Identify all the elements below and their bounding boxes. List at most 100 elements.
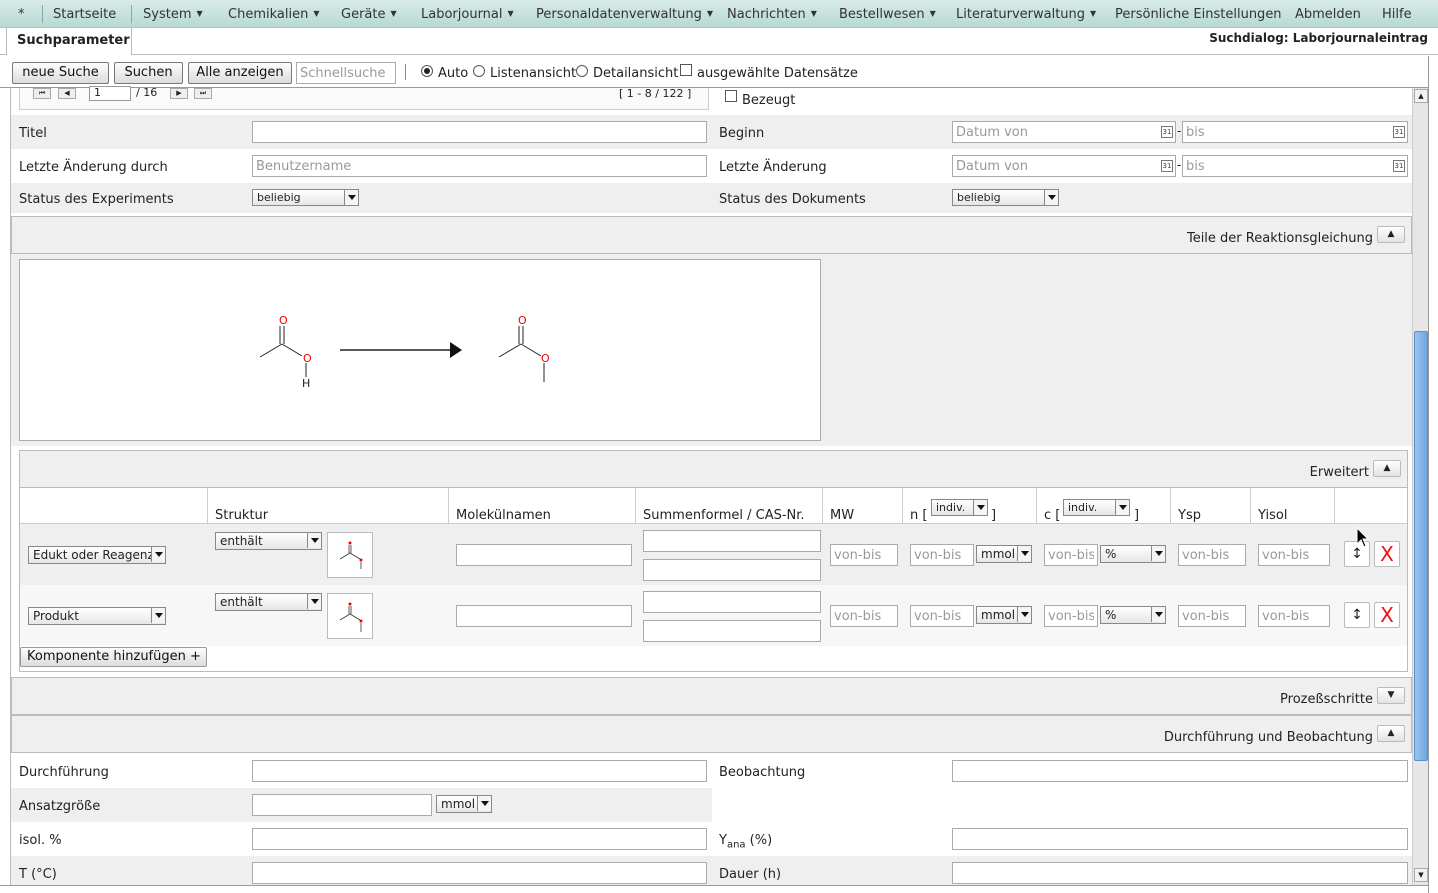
doc-status-select[interactable]: beliebig xyxy=(952,189,1059,206)
expand-icon[interactable]: ▼ xyxy=(1377,687,1405,704)
menu-laborjournal[interactable]: Laborjournal ▼ xyxy=(421,7,514,22)
witnessed-checkbox[interactable] xyxy=(725,90,737,102)
isol-input[interactable] xyxy=(252,828,707,850)
menu-persoenliche-einstellungen[interactable]: Persönliche Einstellungen xyxy=(1115,7,1282,22)
view-list-radio[interactable] xyxy=(473,65,485,77)
c-unit-row-select[interactable]: % xyxy=(1100,545,1166,563)
c-unit-row-select[interactable]: % xyxy=(1100,606,1166,624)
menu-geraete[interactable]: Geräte ▼ xyxy=(341,7,397,22)
tab-suchparameter[interactable]: Suchparameter xyxy=(6,28,132,55)
ysp-range-input[interactable] xyxy=(1178,605,1246,627)
selected-records-checkbox[interactable] xyxy=(680,64,692,76)
section-process-steps-header[interactable]: Prozeßschritte ▼ xyxy=(11,677,1412,715)
c-unit-select[interactable]: indiv. xyxy=(1063,499,1130,516)
molecule-name-input[interactable] xyxy=(456,544,632,566)
menu-system[interactable]: System ▼ xyxy=(143,7,203,22)
menu-favorites-star[interactable]: * xyxy=(18,7,25,22)
exp-status-select[interactable]: beliebig xyxy=(252,189,359,206)
last-page-icon[interactable]: ⏭ xyxy=(194,88,212,99)
yisol-range-input[interactable] xyxy=(1258,605,1330,627)
reaction-editor[interactable]: O O H O O xyxy=(19,259,821,441)
show-all-button[interactable]: Alle anzeigen xyxy=(188,62,292,84)
section-advanced-header[interactable]: Erweitert ▲ xyxy=(19,450,1408,488)
mw-range-input[interactable] xyxy=(830,605,898,627)
prev-page-icon[interactable]: ◀ xyxy=(58,88,76,99)
add-component-button[interactable]: Komponente hinzufügen + xyxy=(20,647,207,667)
molecule-name-input[interactable] xyxy=(456,605,632,627)
observation-input[interactable] xyxy=(952,760,1408,782)
formula-input[interactable] xyxy=(643,530,821,552)
username-input[interactable] xyxy=(252,155,707,177)
quick-search-input[interactable] xyxy=(296,62,396,84)
col-c-close: ] xyxy=(1134,508,1140,523)
menu-abmelden[interactable]: Abmelden xyxy=(1295,7,1361,22)
menu-bestellwesen[interactable]: Bestellwesen ▼ xyxy=(839,7,936,22)
title-input[interactable] xyxy=(252,121,707,143)
role-select[interactable]: Produkt xyxy=(28,607,166,625)
n-range-input[interactable] xyxy=(910,605,974,627)
menu-personaldatenverwaltung[interactable]: Personaldatenverwaltung ▼ xyxy=(536,7,713,22)
n-unit-select[interactable]: indiv. xyxy=(931,499,988,516)
last-change-from-input[interactable] xyxy=(952,155,1176,177)
cas-input[interactable] xyxy=(643,620,821,642)
formula-input[interactable] xyxy=(643,591,821,613)
move-row-icon[interactable]: ↕ xyxy=(1344,602,1370,628)
calendar-icon[interactable]: 31 xyxy=(1393,126,1405,138)
last-change-to-input[interactable] xyxy=(1182,155,1408,177)
menu-chemikalien[interactable]: Chemikalien ▼ xyxy=(228,7,319,22)
n-unit-row-select[interactable]: mmol xyxy=(976,545,1032,563)
section-reaction-header[interactable]: Teile der Reaktionsgleichung ▲ xyxy=(11,216,1412,254)
ysp-range-input[interactable] xyxy=(1178,544,1246,566)
scrollbar-thumb[interactable] xyxy=(1414,331,1428,761)
delete-row-button[interactable]: X xyxy=(1374,602,1400,628)
vertical-scrollbar[interactable]: ▲ ▼ xyxy=(1412,88,1428,885)
view-detail-radio[interactable] xyxy=(576,65,588,77)
duration-input[interactable] xyxy=(952,862,1408,884)
cas-input[interactable] xyxy=(643,559,821,581)
mw-range-input[interactable] xyxy=(830,544,898,566)
menu-nachrichten[interactable]: Nachrichten ▼ xyxy=(727,7,817,22)
structure-match-select[interactable]: enthält xyxy=(215,593,322,611)
chevron-down-icon: ▼ xyxy=(810,9,817,18)
view-auto-radio[interactable] xyxy=(421,65,433,77)
delete-row-button[interactable]: X xyxy=(1374,541,1400,567)
batch-size-input[interactable] xyxy=(252,794,432,816)
temperature-input[interactable] xyxy=(252,862,707,884)
batch-unit-select[interactable]: mmol xyxy=(436,795,492,813)
c-range-input[interactable] xyxy=(1044,605,1098,627)
calendar-icon[interactable]: 31 xyxy=(1161,160,1173,172)
structure-match-select[interactable]: enthält xyxy=(215,532,322,550)
dialog-title: Suchdialog: Laborjournaleintrag xyxy=(1209,31,1428,45)
collapse-icon[interactable]: ▲ xyxy=(1377,725,1405,742)
begin-from-input[interactable] xyxy=(952,121,1176,143)
menu-hilfe[interactable]: Hilfe xyxy=(1382,7,1412,22)
scroll-up-icon[interactable]: ▲ xyxy=(1414,89,1428,103)
role-select[interactable]: Edukt oder Reagenz xyxy=(28,546,166,564)
n-range-input[interactable] xyxy=(910,544,974,566)
chevron-down-icon xyxy=(973,500,987,515)
calendar-icon[interactable]: 31 xyxy=(1161,126,1173,138)
first-page-icon[interactable]: ⏮ xyxy=(33,88,51,99)
structure-thumbnail[interactable] xyxy=(327,532,373,578)
page-number-input[interactable]: 1 xyxy=(89,86,131,101)
section-title: Teile der Reaktionsgleichung xyxy=(1186,231,1373,246)
new-search-button[interactable]: neue Suche xyxy=(12,62,109,84)
chevron-down-icon xyxy=(1151,546,1165,561)
n-unit-row-select[interactable]: mmol xyxy=(976,606,1032,624)
menu-literaturverwaltung[interactable]: Literaturverwaltung ▼ xyxy=(956,7,1096,22)
section-execution-header[interactable]: Durchführung und Beobachtung ▲ xyxy=(11,715,1412,753)
next-page-icon[interactable]: ▶ xyxy=(170,88,188,99)
calendar-icon[interactable]: 31 xyxy=(1393,160,1405,172)
yisol-range-input[interactable] xyxy=(1258,544,1330,566)
c-range-input[interactable] xyxy=(1044,544,1098,566)
begin-to-input[interactable] xyxy=(1182,121,1408,143)
execution-input[interactable] xyxy=(252,760,707,782)
collapse-icon[interactable]: ▲ xyxy=(1373,460,1401,477)
select-value: mmol xyxy=(441,797,476,811)
collapse-icon[interactable]: ▲ xyxy=(1377,226,1405,243)
scroll-down-icon[interactable]: ▼ xyxy=(1414,868,1428,882)
yana-input[interactable] xyxy=(952,828,1408,850)
structure-thumbnail[interactable] xyxy=(327,593,373,639)
search-button[interactable]: Suchen xyxy=(114,62,183,84)
menu-startseite[interactable]: Startseite xyxy=(53,7,116,22)
